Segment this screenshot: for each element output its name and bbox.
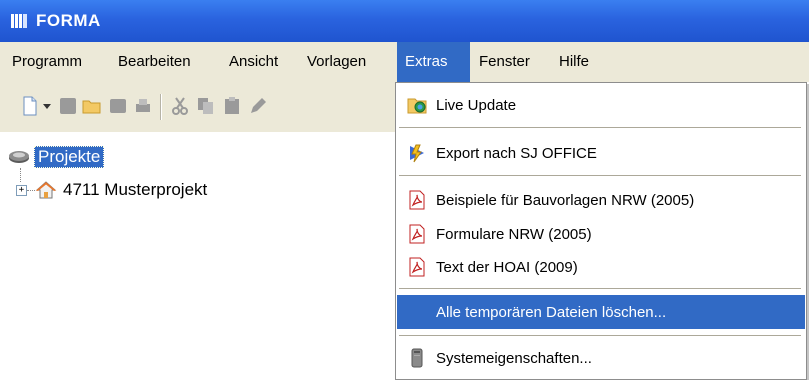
export-icon	[406, 142, 428, 164]
print-icon[interactable]	[133, 96, 153, 116]
menu-separator	[399, 175, 801, 176]
menu-item-live-update[interactable]: Live Update	[397, 89, 805, 121]
pdf-icon	[406, 223, 428, 245]
menu-programm[interactable]: Programm	[4, 42, 90, 82]
app-icon	[11, 14, 27, 28]
menu-separator	[399, 127, 801, 128]
menu-item-formulare-nrw[interactable]: Formulare NRW (2005)	[397, 218, 805, 250]
toolbar-separator	[160, 94, 162, 120]
menu-item-text-hoai[interactable]: Text der HOAI (2009)	[397, 251, 805, 283]
tree-node-label: 4711 Musterprojekt	[63, 180, 208, 199]
chevron-down-icon[interactable]	[42, 96, 52, 116]
save-icon[interactable]	[58, 96, 78, 116]
disabled-button-icon[interactable]	[108, 96, 128, 116]
paste-icon[interactable]	[222, 96, 242, 116]
expand-icon[interactable]: +	[16, 184, 27, 196]
menu-item-label: Live Update	[436, 96, 517, 114]
menu-extras[interactable]: Extras	[397, 42, 470, 82]
menu-item-label: Alle temporären Dateien löschen...	[436, 303, 667, 321]
menu-item-export-sj-office[interactable]: Export nach SJ OFFICE	[397, 137, 805, 169]
menu-fenster[interactable]: Fenster	[471, 42, 538, 82]
project-tree: Projekte + 4711 Musterprojekt	[0, 132, 400, 380]
window-title: FORMA	[36, 11, 101, 30]
menu-item-label: Export nach SJ OFFICE	[436, 144, 597, 162]
menu-item-delete-temp-files[interactable]: Alle temporären Dateien löschen...	[397, 295, 805, 329]
tree-root-label: Projekte	[34, 146, 105, 168]
pdf-icon	[406, 189, 428, 211]
tree-node-musterprojekt[interactable]: + 4711 Musterprojekt	[16, 179, 207, 201]
menu-separator	[399, 288, 801, 289]
pdf-icon	[406, 256, 428, 278]
menu-bar: Programm Bearbeiten Ansicht Vorlagen Ext…	[0, 42, 809, 82]
extras-dropdown-menu: Live Update Export nach SJ OFFICE Beispi…	[395, 82, 807, 380]
menu-separator	[399, 335, 801, 336]
system-icon	[406, 347, 428, 369]
menu-item-label: Systemeigenschaften...	[436, 349, 592, 367]
cut-icon[interactable]	[170, 96, 190, 116]
menu-item-beispiele-bauvorlagen[interactable]: Beispiele für Bauvorlagen NRW (2005)	[397, 184, 805, 216]
menu-ansicht[interactable]: Ansicht	[221, 42, 286, 82]
open-folder-icon[interactable]	[82, 96, 102, 116]
menu-vorlagen[interactable]: Vorlagen	[299, 42, 374, 82]
title-bar: FORMA	[0, 0, 809, 42]
live-update-icon	[406, 94, 428, 116]
new-document-icon[interactable]	[20, 96, 40, 116]
menu-bearbeiten[interactable]: Bearbeiten	[110, 42, 199, 82]
toolbar	[0, 82, 400, 132]
menu-item-label: Formulare NRW (2005)	[436, 225, 592, 243]
menu-hilfe[interactable]: Hilfe	[551, 42, 597, 82]
menu-item-systemeigenschaften[interactable]: Systemeigenschaften...	[397, 342, 805, 374]
tree-root[interactable]: Projekte	[8, 146, 105, 168]
menu-item-label: Text der HOAI (2009)	[436, 258, 578, 276]
copy-icon[interactable]	[196, 96, 216, 116]
project-house-icon	[35, 181, 57, 199]
projects-drive-icon	[9, 151, 29, 163]
menu-item-label: Beispiele für Bauvorlagen NRW (2005)	[436, 191, 695, 209]
edit-icon[interactable]	[248, 96, 268, 116]
